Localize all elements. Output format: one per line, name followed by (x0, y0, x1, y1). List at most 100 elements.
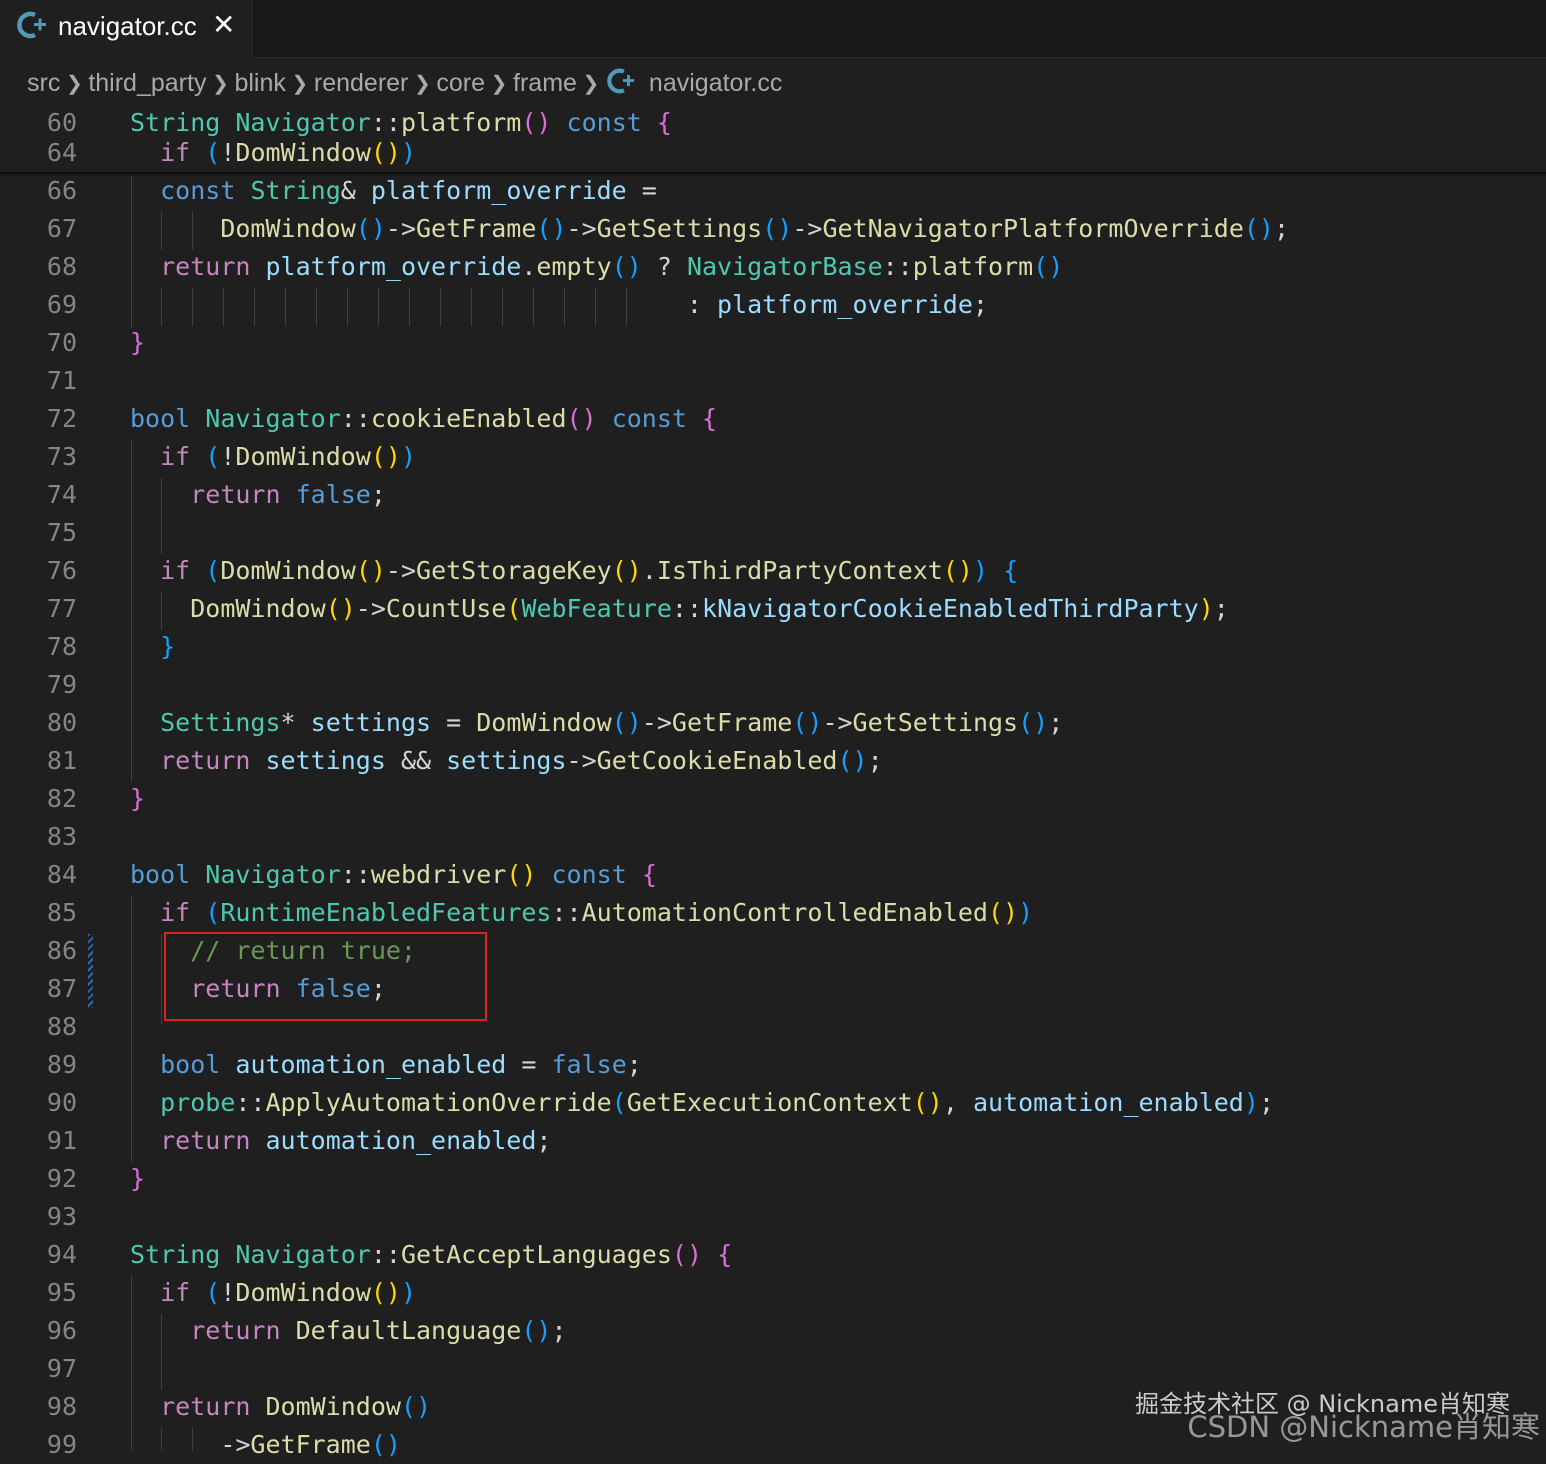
indent-guide (161, 1314, 162, 1390)
code-token: CountUse (385, 594, 507, 623)
code-line[interactable]: 94 String Navigator::GetAcceptLanguages()… (0, 1236, 1546, 1274)
code-text: if (!DomWindow()) (130, 438, 416, 476)
code-token: return (160, 746, 251, 775)
code-token: () (1018, 708, 1049, 737)
code-token: ) (400, 442, 417, 471)
code-token: () (355, 556, 386, 585)
code-text: if (!DomWindow()) (130, 1274, 416, 1312)
code-line[interactable]: 84 bool Navigator::webdriver() const { (0, 856, 1546, 894)
code-line[interactable]: 77 DomWindow()->CountUse(WebFeature::kNa… (0, 590, 1546, 628)
code-line[interactable]: 71 (0, 362, 1546, 400)
code-line[interactable]: 66 const String& platform_override = (0, 172, 1546, 210)
indent-guide (161, 212, 162, 250)
breadcrumb-item[interactable]: third_party (87, 69, 207, 98)
code-line[interactable]: 72 bool Navigator::cookieEnabled() const … (0, 400, 1546, 438)
line-number: 93 (46, 1202, 77, 1231)
code-token: false (551, 1050, 627, 1079)
breadcrumb-item[interactable]: core (435, 69, 486, 98)
code-line[interactable]: 83 (0, 818, 1546, 856)
code-line[interactable]: 75 (0, 514, 1546, 552)
tab-bar: navigator.cc ✕ (0, 0, 1546, 58)
code-line[interactable]: 90 probe::ApplyAutomationOverride(GetExe… (0, 1084, 1546, 1122)
indent-guide (378, 288, 379, 326)
code-line[interactable]: 80 Settings* settings = DomWindow()->Get… (0, 704, 1546, 742)
editor-tab[interactable]: navigator.cc ✕ (0, 0, 253, 58)
code-line[interactable]: 96 return DefaultLanguage(); (0, 1312, 1546, 1350)
code-line[interactable]: 81 return settings && settings->GetCooki… (0, 742, 1546, 780)
code-token: :: (882, 252, 913, 281)
code-line[interactable]: 93 (0, 1198, 1546, 1236)
code-token: empty (536, 252, 612, 281)
code-line[interactable]: 70} (0, 324, 1546, 362)
indent-guide (533, 288, 534, 326)
line-number: 94 (46, 1240, 77, 1269)
code-line[interactable]: 97 (0, 1350, 1546, 1388)
close-icon[interactable]: ✕ (212, 9, 235, 41)
code-token: () (355, 214, 386, 243)
code-token: -> (792, 214, 823, 243)
breadcrumb-item-file[interactable]: navigator.cc (648, 69, 783, 98)
code-token: ; (370, 480, 386, 509)
code-token: () (370, 1430, 401, 1459)
code-token: return (190, 480, 281, 509)
code-token: ( (205, 442, 221, 471)
line-number: 64 (46, 138, 77, 167)
code-token: bool (160, 1050, 221, 1079)
code-line[interactable]: 92} (0, 1160, 1546, 1198)
code-line[interactable]: 89 bool automation_enabled = false; (0, 1046, 1546, 1084)
code-token: () (325, 594, 356, 623)
code-token: ! (220, 138, 236, 167)
code-token: ) (972, 556, 989, 585)
code-token: ; (536, 1126, 552, 1155)
code-token: { (717, 1240, 733, 1269)
code-text: bool Navigator::cookieEnabled() const { (130, 400, 717, 438)
code-text: DomWindow()->CountUse(WebFeature::kNavig… (130, 590, 1229, 628)
code-line[interactable]: 73 if (!DomWindow()) (0, 438, 1546, 476)
indent-guide (626, 288, 627, 326)
code-line[interactable]: 67 DomWindow()->GetFrame()->GetSettings(… (0, 210, 1546, 248)
code-line[interactable]: 79 (0, 666, 1546, 704)
line-number: 76 (46, 556, 77, 585)
code-token: () (792, 708, 823, 737)
code-token: platform (400, 108, 522, 137)
code-token: () (942, 556, 973, 585)
code-token: } (130, 328, 146, 357)
modified-lines-gutter[interactable] (88, 934, 93, 1008)
code-token: { (1003, 556, 1019, 585)
code-line[interactable]: 76 if (DomWindow()->GetStorageKey().IsTh… (0, 552, 1546, 590)
chevron-right-icon: ❯ (291, 72, 309, 95)
sticky-code-line[interactable]: 64 if (!DomWindow()) (0, 134, 1546, 172)
code-token: Settings (160, 708, 281, 737)
breadcrumb-item[interactable]: src (26, 69, 61, 98)
breadcrumb-item[interactable]: blink (233, 69, 286, 98)
code-token: DomWindow (235, 1278, 371, 1307)
line-number: 89 (46, 1050, 77, 1079)
code-text: } (130, 324, 145, 362)
line-number: 95 (46, 1278, 77, 1307)
code-token: :: (370, 1240, 401, 1269)
code-line[interactable]: 68 return platform_override.empty() ? Na… (0, 248, 1546, 286)
breadcrumb-item[interactable]: frame (512, 69, 578, 98)
code-token: -> (220, 1430, 251, 1459)
code-line[interactable]: 82} (0, 780, 1546, 818)
code-line[interactable]: 78 } (0, 628, 1546, 666)
code-token: -> (385, 214, 416, 243)
code-line[interactable]: 74 return false; (0, 476, 1546, 514)
code-line[interactable]: 91 return automation_enabled; (0, 1122, 1546, 1160)
code-token: automation_enabled (972, 1088, 1244, 1117)
code-token: ! (220, 1278, 236, 1307)
code-token: -> (641, 708, 672, 737)
breadcrumb-item[interactable]: renderer (313, 69, 410, 98)
code-line[interactable]: 69 : platform_override; (0, 286, 1546, 324)
code-line[interactable]: 85 if (RuntimeEnabledFeatures::Automatio… (0, 894, 1546, 932)
cpp-icon (16, 10, 50, 45)
code-line[interactable]: 95 if (!DomWindow()) (0, 1274, 1546, 1312)
